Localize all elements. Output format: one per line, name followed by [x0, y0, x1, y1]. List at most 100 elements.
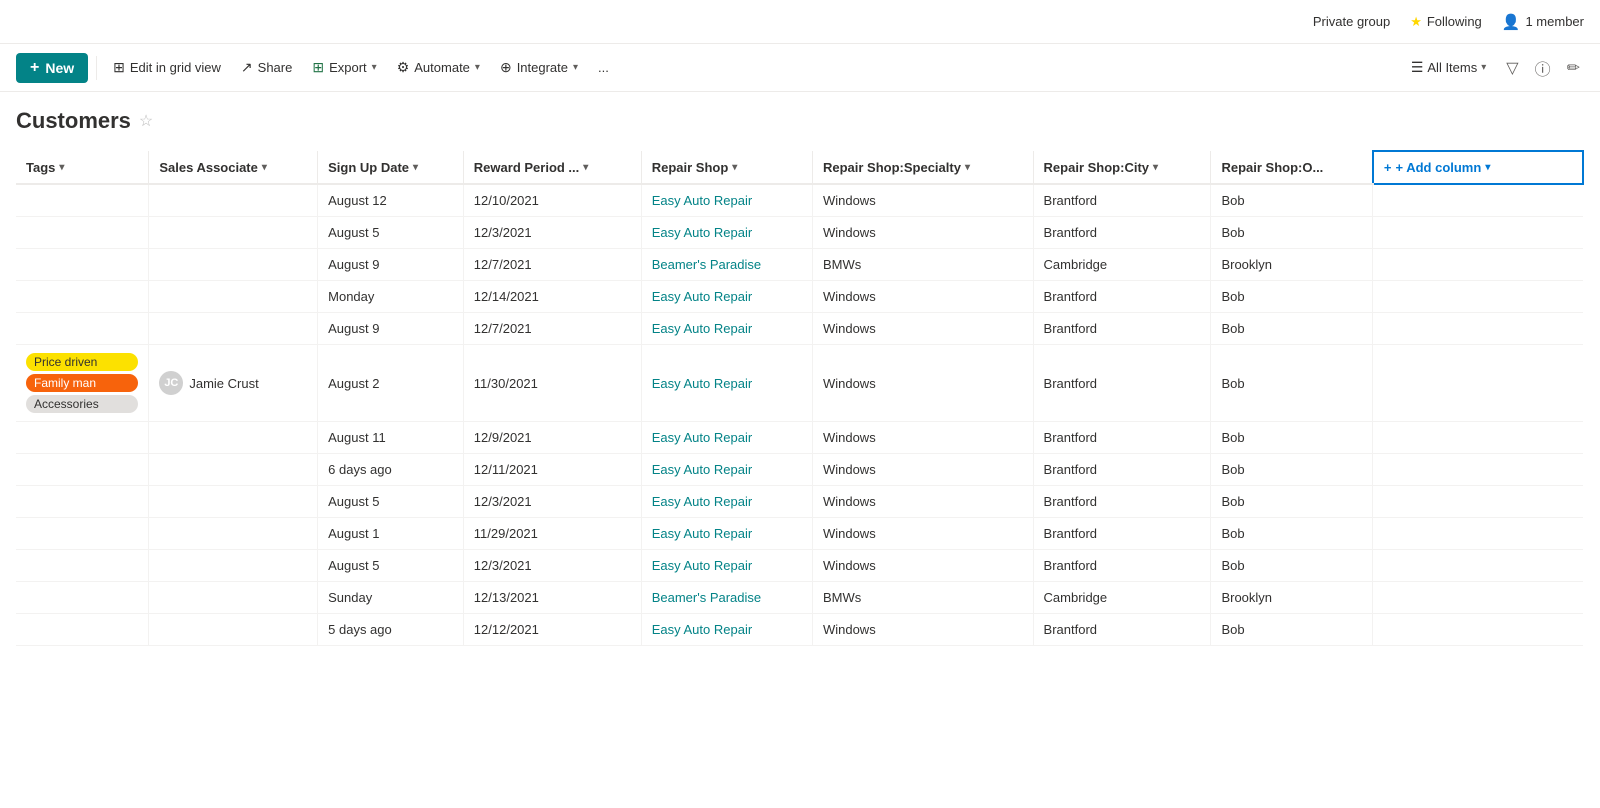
cell-repair-shop[interactable]: Easy Auto Repair	[641, 313, 812, 345]
cell-repair-shop[interactable]: Easy Auto Repair	[641, 422, 812, 454]
cell-reward-period: 12/7/2021	[463, 249, 641, 281]
cell-sign-up-date: August 5	[318, 550, 464, 582]
repair-shop-link[interactable]: Easy Auto Repair	[652, 376, 752, 391]
cell-repair-shop[interactable]: Beamer's Paradise	[641, 249, 812, 281]
repair-shop-link[interactable]: Easy Auto Repair	[652, 321, 752, 336]
view-selector[interactable]: ☰ All Items ▾	[1403, 55, 1494, 80]
col-header-repair-shop-city[interactable]: Repair Shop:City ▾	[1033, 151, 1211, 184]
repair-shop-link[interactable]: Easy Auto Repair	[652, 193, 752, 208]
page-title: Customers	[16, 108, 131, 134]
col-header-tags[interactable]: Tags ▾	[16, 151, 149, 184]
cell-repair-shop-specialty: BMWs	[812, 582, 1033, 614]
filter-button[interactable]: ▽	[1502, 54, 1522, 82]
col-header-reward-period[interactable]: Reward Period ... ▾	[463, 151, 641, 184]
cell-repair-shop-city: Brantford	[1033, 184, 1211, 217]
cell-repair-shop-city: Brantford	[1033, 550, 1211, 582]
cell-repair-shop[interactable]: Easy Auto Repair	[641, 614, 812, 646]
page-content: Customers ☆ Tags ▾ Sales Associate ▾	[0, 92, 1600, 646]
cell-sales-associate	[149, 550, 318, 582]
export-button[interactable]: ⊞ Export ▾	[304, 54, 384, 81]
col-header-repair-shop-specialty[interactable]: Repair Shop:Specialty ▾	[812, 151, 1033, 184]
cell-repair-shop-o: Bob	[1211, 345, 1373, 422]
cell-sign-up-date: August 11	[318, 422, 464, 454]
cell-add-column	[1373, 582, 1583, 614]
col-header-repair-shop[interactable]: Repair Shop ▾	[641, 151, 812, 184]
repair-shop-link[interactable]: Easy Auto Repair	[652, 622, 752, 637]
header-row: Tags ▾ Sales Associate ▾ Sign Up Date	[16, 151, 1583, 184]
favorite-icon[interactable]: ☆	[139, 111, 153, 131]
following-button[interactable]: ★ Following	[1410, 14, 1482, 30]
cell-repair-shop-o: Bob	[1211, 217, 1373, 249]
integrate-icon: ⊕	[500, 59, 512, 76]
cell-sales-associate	[149, 184, 318, 217]
cell-add-column	[1373, 486, 1583, 518]
cell-add-column	[1373, 184, 1583, 217]
cell-add-column	[1373, 345, 1583, 422]
tag-badge: Family man	[26, 374, 138, 392]
member-count: 👤 1 member	[1502, 13, 1584, 31]
more-button[interactable]: ...	[590, 55, 617, 80]
cell-repair-shop[interactable]: Easy Auto Repair	[641, 454, 812, 486]
cell-repair-shop-specialty: BMWs	[812, 249, 1033, 281]
add-column-button[interactable]: + + Add column ▾	[1373, 151, 1583, 184]
chevron-down-icon-2: ▾	[475, 62, 480, 73]
repair-shop-link[interactable]: Easy Auto Repair	[652, 526, 752, 541]
table-row: Price drivenFamily manAccessoriesJCJamie…	[16, 345, 1583, 422]
cell-sign-up-date: August 2	[318, 345, 464, 422]
edit-button[interactable]: ✏	[1563, 54, 1584, 82]
cell-tags	[16, 454, 149, 486]
person-cell: JCJamie Crust	[159, 371, 307, 395]
chevron-signupdate: ▾	[413, 162, 418, 173]
cell-repair-shop[interactable]: Easy Auto Repair	[641, 345, 812, 422]
cell-repair-shop-o: Brooklyn	[1211, 249, 1373, 281]
cell-repair-shop[interactable]: Easy Auto Repair	[641, 550, 812, 582]
repair-shop-link[interactable]: Easy Auto Repair	[652, 225, 752, 240]
col-header-repair-shop-o[interactable]: Repair Shop:O...	[1211, 151, 1373, 184]
share-button[interactable]: ↗ Share	[233, 54, 300, 81]
cell-reward-period: 12/11/2021	[463, 454, 641, 486]
cell-repair-shop-city: Brantford	[1033, 281, 1211, 313]
cell-sign-up-date: Monday	[318, 281, 464, 313]
cell-tags	[16, 550, 149, 582]
cell-repair-shop[interactable]: Easy Auto Repair	[641, 184, 812, 217]
tag-badge: Accessories	[26, 395, 138, 413]
top-bar: Private group ★ Following 👤 1 member	[0, 0, 1600, 44]
cell-repair-shop[interactable]: Easy Auto Repair	[641, 281, 812, 313]
cell-repair-shop[interactable]: Easy Auto Repair	[641, 518, 812, 550]
repair-shop-link[interactable]: Easy Auto Repair	[652, 430, 752, 445]
table-container[interactable]: Tags ▾ Sales Associate ▾ Sign Up Date	[16, 150, 1584, 646]
cell-reward-period: 12/3/2021	[463, 486, 641, 518]
cell-repair-shop-specialty: Windows	[812, 422, 1033, 454]
repair-shop-link[interactable]: Beamer's Paradise	[652, 590, 761, 605]
repair-shop-link[interactable]: Easy Auto Repair	[652, 494, 752, 509]
cell-repair-shop[interactable]: Easy Auto Repair	[641, 486, 812, 518]
col-header-sign-up-date[interactable]: Sign Up Date ▾	[318, 151, 464, 184]
repair-shop-link[interactable]: Easy Auto Repair	[652, 289, 752, 304]
col-header-sales-associate[interactable]: Sales Associate ▾	[149, 151, 318, 184]
chevron-sales: ▾	[262, 162, 267, 173]
cell-repair-shop[interactable]: Easy Auto Repair	[641, 217, 812, 249]
cell-repair-shop-city: Brantford	[1033, 345, 1211, 422]
edit-grid-button[interactable]: ⊞ Edit in grid view	[105, 54, 229, 81]
avatar: JC	[159, 371, 183, 395]
chevron-repairshop: ▾	[732, 162, 737, 173]
integrate-button[interactable]: ⊕ Integrate ▾	[492, 54, 586, 81]
cell-repair-shop[interactable]: Beamer's Paradise	[641, 582, 812, 614]
cell-tags	[16, 217, 149, 249]
cell-add-column	[1373, 550, 1583, 582]
repair-shop-link[interactable]: Beamer's Paradise	[652, 257, 761, 272]
cell-add-column	[1373, 313, 1583, 345]
table-row: Monday12/14/2021Easy Auto RepairWindowsB…	[16, 281, 1583, 313]
cell-add-column	[1373, 422, 1583, 454]
new-button[interactable]: + New	[16, 53, 88, 83]
cell-reward-period: 12/7/2021	[463, 313, 641, 345]
info-button[interactable]: ⓘ	[1531, 52, 1555, 84]
cell-add-column	[1373, 454, 1583, 486]
cell-sales-associate	[149, 486, 318, 518]
cell-sales-associate	[149, 582, 318, 614]
automate-button[interactable]: ⚙ Automate ▾	[389, 54, 488, 81]
table-header: Tags ▾ Sales Associate ▾ Sign Up Date	[16, 151, 1583, 184]
cell-repair-shop-specialty: Windows	[812, 454, 1033, 486]
repair-shop-link[interactable]: Easy Auto Repair	[652, 558, 752, 573]
repair-shop-link[interactable]: Easy Auto Repair	[652, 462, 752, 477]
